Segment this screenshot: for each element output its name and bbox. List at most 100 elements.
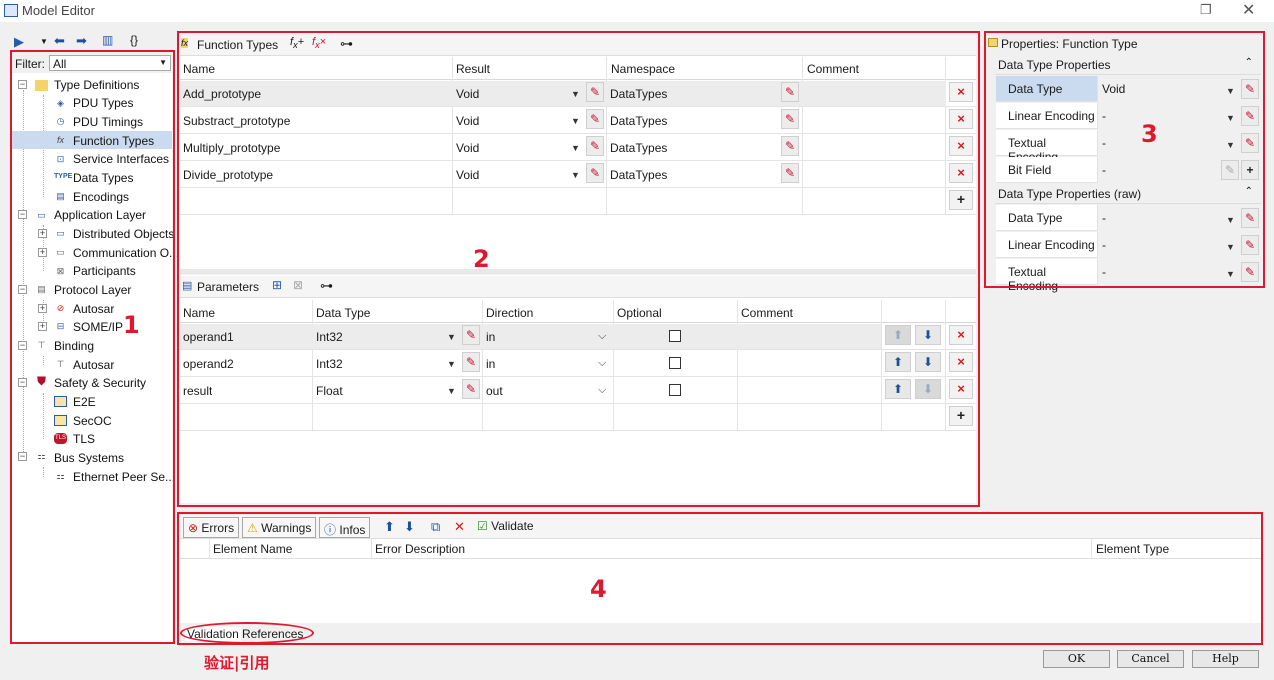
edit-pen-icon[interactable]: ✎ (462, 379, 480, 399)
edit-pen-icon[interactable]: ✎ (1241, 208, 1259, 228)
expand-icon[interactable]: + (38, 248, 47, 257)
move-up-icon[interactable]: ⬆ (885, 352, 911, 372)
ft-row-2-name[interactable]: Multiply_prototype (183, 141, 280, 155)
tree-item-communication[interactable]: Communication O... (73, 246, 179, 260)
optional-checkbox[interactable] (669, 384, 681, 396)
tree-item-binding-autosar[interactable]: Autosar (73, 358, 114, 372)
tree-item-someip[interactable]: SOME/IP (73, 320, 123, 334)
add-row-button[interactable]: + (949, 190, 973, 210)
tree-item-e2e[interactable]: E2E (73, 395, 96, 409)
move-down-icon[interactable]: ⬇ (915, 325, 941, 345)
column-header-result[interactable]: Result (456, 62, 490, 76)
ft-row-0-namespace[interactable]: DataTypes (610, 87, 667, 101)
add-function-icon[interactable]: fx+ (290, 36, 304, 50)
prop-value-bit-field[interactable]: - (1099, 157, 1106, 183)
param-row-0-data-type[interactable]: Int32 (316, 330, 343, 344)
prop-value-textual-encoding[interactable]: - (1099, 130, 1106, 156)
chevron-down-icon[interactable]: ▼ (571, 143, 580, 153)
tree-item-tls[interactable]: TLS (73, 432, 95, 446)
tree-item-distributed-objects[interactable]: Distributed Objects (73, 227, 174, 241)
column-header-namespace[interactable]: Namespace (611, 62, 675, 76)
column-header-element-name[interactable]: Element Name (213, 542, 292, 556)
column-header-comment[interactable]: Comment (807, 62, 859, 76)
edit-pen-icon[interactable]: ✎ (462, 352, 480, 372)
move-up-icon[interactable]: ⬆ (885, 325, 911, 345)
tree-item-application-layer[interactable]: Application Layer (54, 208, 146, 222)
delete-row-button[interactable]: × (949, 352, 973, 372)
chevron-down-icon[interactable]: ▼ (571, 116, 580, 126)
chevron-down-icon[interactable]: ▼ (571, 170, 580, 180)
collapse-section-icon[interactable]: ⌃ (1245, 186, 1253, 197)
prop-value-raw-linear-encoding[interactable]: - (1099, 232, 1106, 258)
cancel-button[interactable]: Cancel (1117, 650, 1184, 668)
column-header-data-type[interactable]: Data Type (316, 306, 370, 320)
ok-button[interactable]: OK (1043, 650, 1110, 668)
braces-icon[interactable]: {} (130, 33, 138, 47)
delete-row-button[interactable]: × (949, 163, 973, 183)
optional-checkbox[interactable] (669, 357, 681, 369)
copy-icon[interactable]: ⧉ (431, 519, 440, 535)
move-up-icon[interactable]: ⬆ (384, 519, 395, 535)
prop-value-raw-textual-encoding[interactable]: - (1099, 259, 1106, 285)
collapse-icon[interactable]: − (18, 80, 27, 89)
chevron-down-icon[interactable]: ▼ (447, 386, 456, 396)
expand-icon[interactable]: + (38, 229, 47, 238)
tab-references[interactable]: References (242, 627, 303, 641)
collapse-section-icon[interactable]: ⌃ (1245, 57, 1253, 68)
tree-item-participants[interactable]: Participants (73, 264, 136, 278)
param-row-0-name[interactable]: operand1 (183, 330, 234, 344)
edit-pen-icon[interactable]: ✎ (586, 136, 604, 156)
back-arrow-icon[interactable]: ⬅ (54, 33, 65, 49)
edit-pen-icon[interactable]: ✎ (586, 82, 604, 102)
delete-function-icon[interactable]: fx× (312, 36, 326, 50)
delete-row-button[interactable]: × (949, 325, 973, 345)
add-parameter-icon[interactable]: ⊞ (272, 278, 282, 292)
param-row-1-direction[interactable]: in (486, 357, 495, 371)
chevron-down-icon[interactable]: ▼ (1226, 242, 1235, 252)
ft-row-1-result[interactable]: Void (456, 114, 479, 128)
edit-pen-icon[interactable]: ✎ (586, 109, 604, 129)
tree-item-service-interfaces[interactable]: Service Interfaces (73, 152, 169, 166)
dropdown-icon[interactable]: ▼ (40, 37, 48, 46)
edit-pen-icon[interactable]: ✎ (781, 136, 799, 156)
param-row-0-direction[interactable]: in (486, 330, 495, 344)
chevron-down-icon[interactable]: ▼ (1226, 86, 1235, 96)
chevron-down-icon[interactable]: ▼ (1226, 113, 1235, 123)
tree-item-autosar[interactable]: Autosar (73, 302, 114, 316)
ft-row-0-result[interactable]: Void (456, 87, 479, 101)
delete-row-button[interactable]: × (949, 379, 973, 399)
edit-pen-icon[interactable]: ✎ (781, 109, 799, 129)
ft-row-3-result[interactable]: Void (456, 168, 479, 182)
tree-item-ethernet-peer[interactable]: Ethernet Peer Se... (73, 470, 175, 484)
param-row-1-name[interactable]: operand2 (183, 357, 234, 371)
prop-value-raw-data-type[interactable]: - (1099, 205, 1106, 231)
edit-pen-icon[interactable]: ✎ (1241, 106, 1259, 126)
param-row-1-data-type[interactable]: Int32 (316, 357, 343, 371)
collapse-icon[interactable]: − (18, 210, 27, 219)
move-up-icon[interactable]: ⬆ (885, 379, 911, 399)
section-data-type-properties-raw[interactable]: Data Type Properties (raw) ⌃ (995, 185, 1261, 204)
edit-pen-icon[interactable]: ✎ (1221, 160, 1239, 180)
expand-icon[interactable]: + (38, 322, 47, 331)
edit-pen-icon[interactable]: ✎ (1241, 79, 1259, 99)
delete-row-button[interactable]: × (949, 136, 973, 156)
run-icon[interactable]: ▶ (14, 34, 24, 50)
move-down-icon[interactable]: ⬇ (404, 519, 415, 535)
prop-value-linear-encoding[interactable]: - (1099, 103, 1106, 129)
delete-row-button[interactable]: × (949, 82, 973, 102)
chevron-down-icon[interactable]: ▼ (1226, 215, 1235, 225)
filter-select[interactable]: All ▼ (49, 55, 171, 71)
close-icon[interactable]: ✕ (1242, 0, 1258, 20)
column-header-name[interactable]: Name (183, 306, 215, 320)
collapse-icon[interactable]: − (18, 341, 27, 350)
column-header-error-description[interactable]: Error Description (375, 542, 465, 556)
forward-arrow-icon[interactable]: ➡ (76, 33, 87, 49)
chevron-down-icon[interactable]: ▼ (1226, 269, 1235, 279)
ft-row-1-namespace[interactable]: DataTypes (610, 114, 667, 128)
infos-toggle[interactable]: ⓘ Infos (319, 517, 371, 538)
param-row-2-data-type[interactable]: Float (316, 384, 343, 398)
columns-icon[interactable]: ▥ (102, 33, 113, 47)
collapse-icon[interactable]: − (18, 452, 27, 461)
tree-item-protocol-layer[interactable]: Protocol Layer (54, 283, 131, 297)
chevron-down-icon[interactable]: ⌵ (598, 357, 606, 370)
